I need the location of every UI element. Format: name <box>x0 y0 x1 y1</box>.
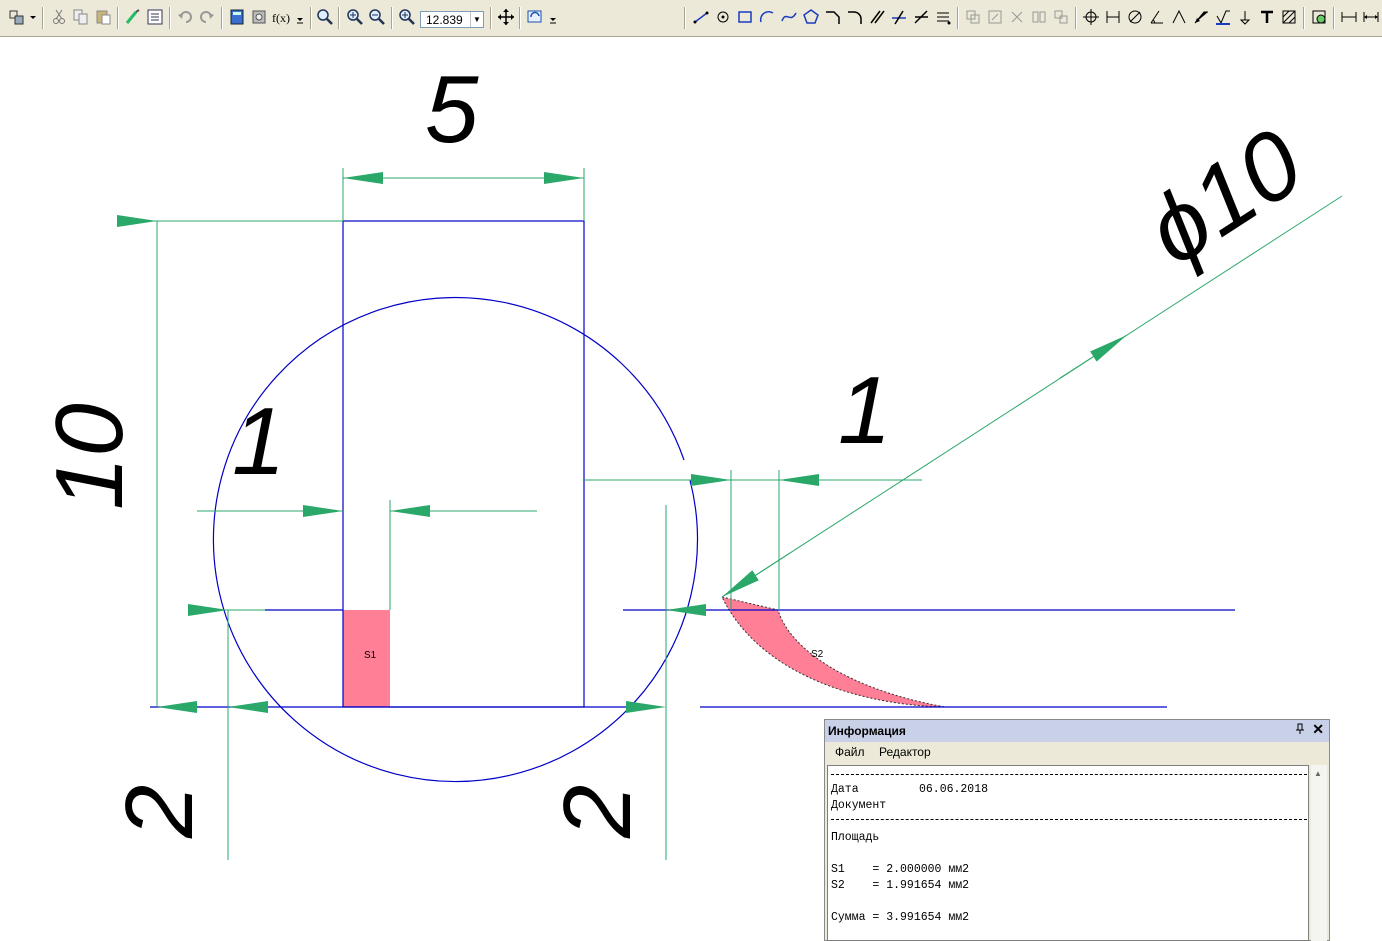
chamfer-icon[interactable] <box>824 8 842 26</box>
copy-icon[interactable] <box>72 8 90 26</box>
label-small-right-1: 1 <box>838 357 891 464</box>
polygon-icon[interactable] <box>802 8 820 26</box>
scale-object-icon[interactable] <box>986 8 1004 26</box>
info-panel-scrollbar[interactable]: ▲ <box>1311 765 1327 941</box>
fillet-icon[interactable] <box>846 8 864 26</box>
copy-object-icon[interactable] <box>1052 8 1070 26</box>
label-diameter-10: ϕ10 <box>1128 109 1321 286</box>
dim-diameter-10 <box>721 195 1343 598</box>
area-heading: Площадь <box>831 831 880 844</box>
label-height-10: 10 <box>36 403 143 510</box>
area-s2-fill[interactable] <box>721 596 946 708</box>
circle-d10 <box>212 296 698 783</box>
label-left-2: 2 <box>106 785 213 839</box>
spline-icon[interactable] <box>780 8 798 26</box>
diameter-dimension-icon[interactable] <box>1126 8 1144 26</box>
separator <box>831 819 1307 820</box>
menu-editor[interactable]: Редактор <box>879 745 931 759</box>
properties-icon[interactable] <box>146 8 164 26</box>
zoom-input[interactable]: 12.839 ▼ <box>420 11 484 28</box>
close-icon[interactable]: ✕ <box>1312 721 1324 738</box>
arc-icon[interactable] <box>758 8 776 26</box>
info-panel-menubar: Файл Редактор <box>825 742 1329 763</box>
menu-file[interactable]: Файл <box>835 745 865 759</box>
function-icon[interactable]: f(x) <box>272 11 290 26</box>
label-s2: S2 <box>811 649 824 660</box>
area-sum-row: Сумма = 3.991654 мм2 <box>831 911 970 924</box>
hatch-icon[interactable] <box>1280 8 1298 26</box>
rectangle-icon[interactable] <box>736 8 754 26</box>
redo-icon[interactable] <box>198 8 216 26</box>
info-panel-title: Информация <box>828 724 906 738</box>
zoom-in-icon[interactable] <box>346 8 364 26</box>
rotate-object-icon[interactable] <box>1008 8 1026 26</box>
info-panel-text[interactable]: Дата 06.06.2018 Документ Площадь S1 = 2.0… <box>827 765 1309 941</box>
angular-dimension-icon[interactable] <box>1148 8 1166 26</box>
refresh-icon[interactable] <box>526 8 544 26</box>
label-right-2: 2 <box>544 785 651 839</box>
segment-icon[interactable] <box>692 8 710 26</box>
label-width-5: 5 <box>425 56 479 163</box>
roughness-icon[interactable] <box>1214 8 1232 26</box>
cut-icon[interactable] <box>50 8 68 26</box>
calculator-icon[interactable] <box>228 8 246 26</box>
distance-icon[interactable] <box>1340 8 1358 26</box>
chevron-down-icon[interactable] <box>548 8 558 26</box>
info-panel: Информация ✕ Файл Редактор Дата 06.06.201… <box>824 719 1330 941</box>
toolbar: f(x) 12.839 ▼ <box>0 0 1382 37</box>
area-s2-row: S2 = 1.991654 мм2 <box>831 879 970 892</box>
trim-icon[interactable] <box>890 8 908 26</box>
chevron-down-icon[interactable]: ▼ <box>470 12 483 27</box>
geometry-calc-icon[interactable] <box>1310 8 1328 26</box>
linear-dimension-icon[interactable] <box>1104 8 1122 26</box>
brush-icon[interactable] <box>124 8 142 26</box>
paste-icon[interactable] <box>94 8 112 26</box>
label-small-left-1: 1 <box>232 388 285 495</box>
variables-icon[interactable] <box>250 8 268 26</box>
offset-icon[interactable] <box>934 8 952 26</box>
scroll-up-icon[interactable]: ▲ <box>1314 769 1322 778</box>
zoom-out-icon[interactable] <box>368 8 386 26</box>
label-s1: S1 <box>364 650 377 661</box>
select-mode-icon[interactable] <box>8 8 26 26</box>
crosshair-icon[interactable] <box>1082 8 1100 26</box>
zoom-window-icon[interactable] <box>316 8 334 26</box>
intersect-icon[interactable] <box>912 8 930 26</box>
point-icon[interactable] <box>714 8 732 26</box>
mirror-object-icon[interactable] <box>1030 8 1048 26</box>
undo-icon[interactable] <box>176 8 194 26</box>
date-row: Дата 06.06.2018 <box>831 783 989 796</box>
area-s1-row: S1 = 2.000000 мм2 <box>831 863 970 876</box>
chevron-down-icon[interactable] <box>295 8 305 26</box>
chevron-down-icon[interactable] <box>28 8 38 26</box>
base-mark-icon[interactable] <box>1236 8 1254 26</box>
pan-icon[interactable] <box>497 8 515 26</box>
move-object-icon[interactable] <box>964 8 982 26</box>
zoom-scale-icon[interactable] <box>398 8 416 26</box>
outline-geometry <box>150 220 1235 783</box>
arc-dimension-icon[interactable] <box>1170 8 1188 26</box>
measure-icon[interactable] <box>1362 8 1380 26</box>
text-icon[interactable] <box>1258 8 1276 26</box>
pin-icon[interactable] <box>1295 723 1305 738</box>
leader-icon[interactable] <box>1192 8 1210 26</box>
info-panel-titlebar[interactable]: Информация ✕ <box>825 720 1329 742</box>
parallel-lines-icon[interactable] <box>868 8 886 26</box>
document-row: Документ <box>831 799 887 812</box>
separator <box>831 774 1307 775</box>
